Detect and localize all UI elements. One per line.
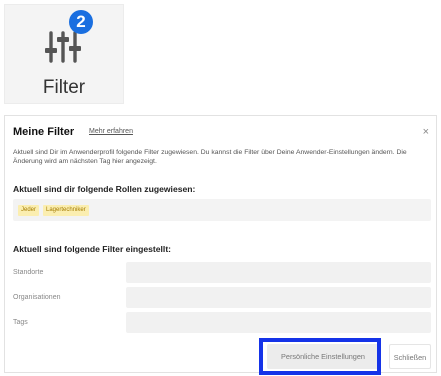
filters-heading: Aktuell sind folgende Filter eingestellt… — [13, 244, 172, 254]
filter-dialog: Meine Filter Mehr erfahren × Aktuell sin… — [4, 115, 437, 373]
learn-more-link[interactable]: Mehr erfahren — [89, 128, 133, 135]
close-button[interactable]: Schließen — [389, 344, 431, 369]
dialog-description: Aktuell sind Dir im Anwenderprofil folge… — [13, 149, 407, 165]
role-tag-lagertechniker: Lagertechniker — [43, 205, 89, 216]
filter-count-badge: 2 — [69, 10, 93, 34]
dialog-title: Meine Filter — [13, 126, 75, 138]
filter-row-value-tags — [126, 312, 431, 333]
roles-box: Jeder Lagertechniker — [13, 199, 431, 221]
filter-button[interactable]: 2 Filter — [4, 4, 124, 104]
filter-row-label-organisationen: Organisationen — [13, 294, 61, 301]
filter-row-value-organisationen — [126, 287, 431, 308]
personal-settings-button[interactable]: Persönliche Einstellungen — [267, 344, 379, 369]
filter-label: Filter — [42, 77, 86, 98]
role-tag-jeder: Jeder — [18, 205, 40, 216]
filter-row-value-standorte — [126, 262, 431, 283]
roles-heading: Aktuell sind dir folgende Rollen zugewie… — [13, 184, 196, 194]
filter-row-label-standorte: Standorte — [13, 269, 44, 276]
filter-row-label-tags: Tags — [13, 319, 28, 326]
close-icon[interactable]: × — [423, 126, 429, 138]
